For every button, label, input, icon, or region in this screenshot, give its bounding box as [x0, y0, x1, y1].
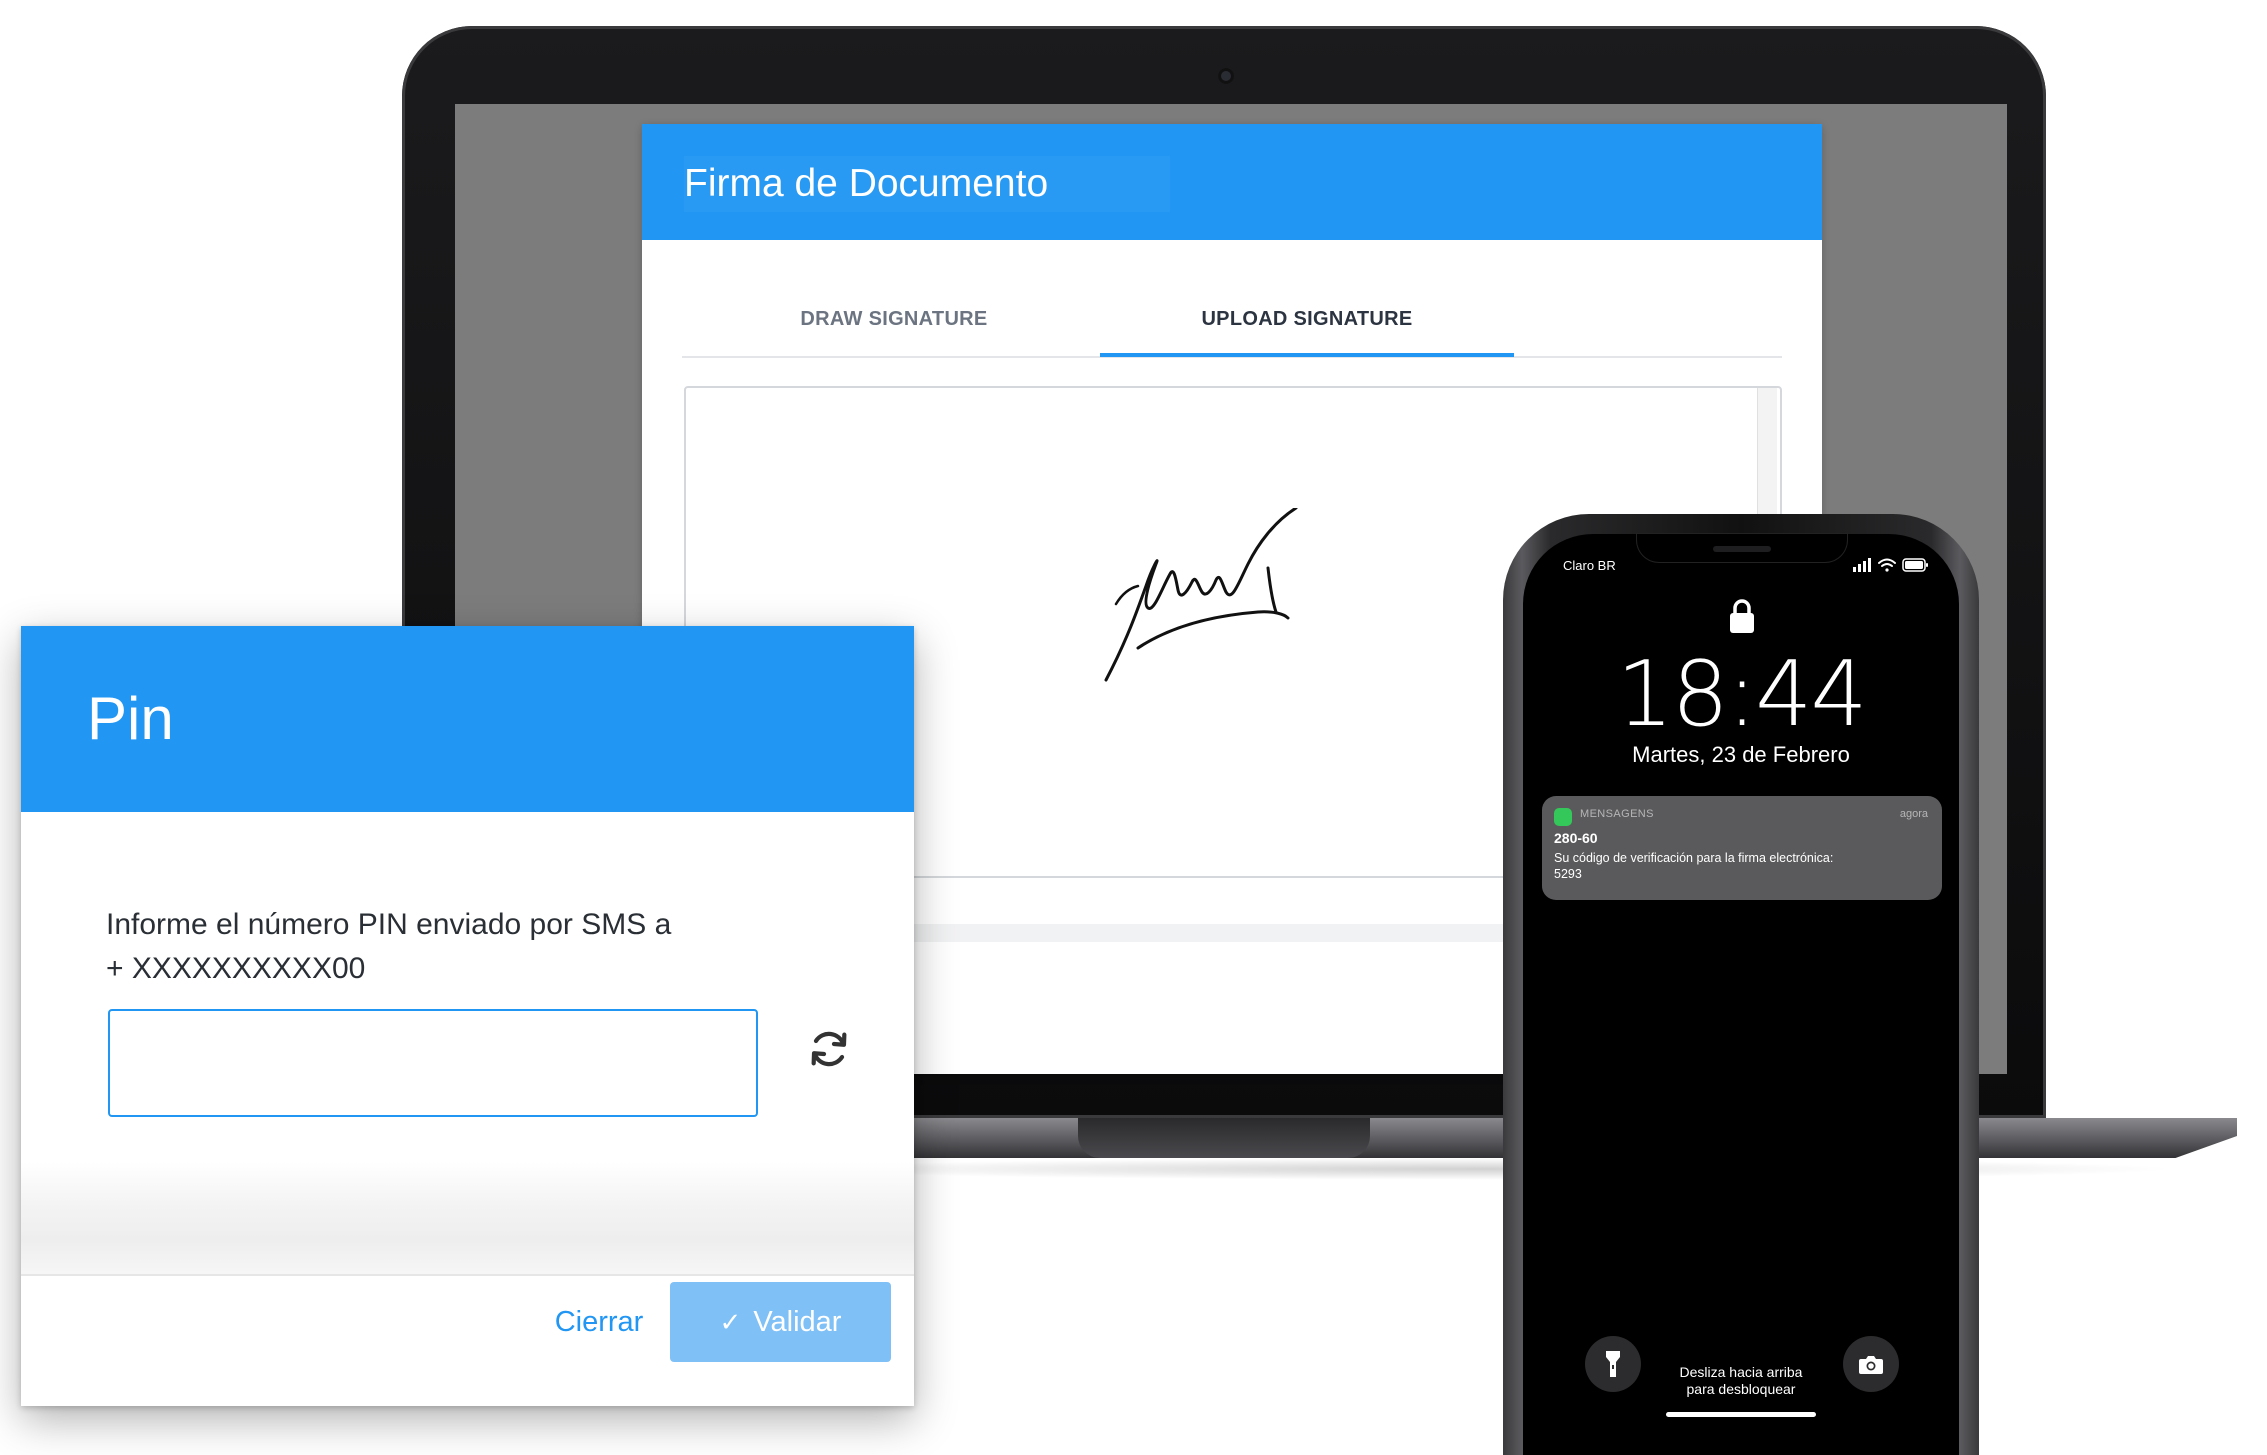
refresh-icon[interactable] [806, 1026, 852, 1072]
laptop-camera [1218, 68, 1234, 84]
tab-draw-signature[interactable]: DRAW SIGNATURE [688, 294, 1100, 344]
signature-header: Firma de Documento [642, 124, 1822, 240]
notification-time: agora [1899, 808, 1928, 820]
pin-input[interactable] [108, 1009, 758, 1117]
pin-content-fade [21, 1162, 914, 1274]
cancel-button[interactable]: Cierrar [529, 1282, 669, 1362]
check-icon: ✓ [719, 1307, 742, 1337]
notification-sender: 280-60 [1554, 830, 1598, 846]
active-tab-indicator [1100, 353, 1514, 357]
signature-title: Firma de Documento [684, 156, 1170, 212]
camera-button[interactable] [1843, 1336, 1899, 1392]
phone-speaker [1713, 546, 1771, 552]
carrier-label: Claro BR [1563, 558, 1616, 573]
unlock-hint-line1: Desliza hacia arriba [1679, 1364, 1803, 1380]
flashlight-button[interactable] [1585, 1336, 1641, 1392]
lock-icon [1730, 599, 1754, 633]
flashlight-icon [1606, 1351, 1620, 1377]
pin-phone-number: + XXXXXXXXXX00 [106, 952, 366, 985]
notification-app-name: MENSAGENS [1580, 808, 1654, 820]
camera-icon [1859, 1356, 1883, 1374]
laptop-notch [1078, 1118, 1370, 1158]
battery-icon [1902, 558, 1928, 572]
validate-label: Validar [753, 1306, 842, 1338]
signature-drawing [1104, 508, 1298, 682]
pin-instruction-line1: Informe el número PIN enviado por SMS a [106, 908, 672, 941]
pin-header: Pin [21, 626, 914, 812]
status-bar-icons [1853, 558, 1928, 572]
clock-time: 18:44 [1616, 642, 1867, 747]
unlock-hint-line2: para desbloquear [1686, 1381, 1796, 1397]
sms-notification[interactable]: MENSAGENS agora 280-60 Su código de veri… [1542, 796, 1942, 900]
pin-footer-divider [21, 1274, 914, 1276]
unlock-hint: Desliza hacia arriba para desbloquear [1653, 1364, 1829, 1398]
tab-upload-signature[interactable]: UPLOAD SIGNATURE [1100, 294, 1514, 344]
pin-dialog: Pin Informe el número PIN enviado por SM… [21, 626, 914, 1406]
pin-instruction: Informe el número PIN enviado por SMS a … [106, 903, 786, 991]
notification-body: Su código de verificación para la firma … [1554, 851, 1834, 881]
home-indicator[interactable] [1666, 1412, 1816, 1417]
pin-title: Pin [87, 685, 174, 752]
wifi-icon [1878, 558, 1896, 572]
signal-icon [1853, 558, 1871, 572]
messages-icon [1554, 808, 1572, 826]
laptop-base [700, 1118, 2237, 1158]
clock-date: Martes, 23 de Febrero [1632, 742, 1850, 767]
validate-button[interactable]: ✓ Validar [670, 1282, 891, 1362]
